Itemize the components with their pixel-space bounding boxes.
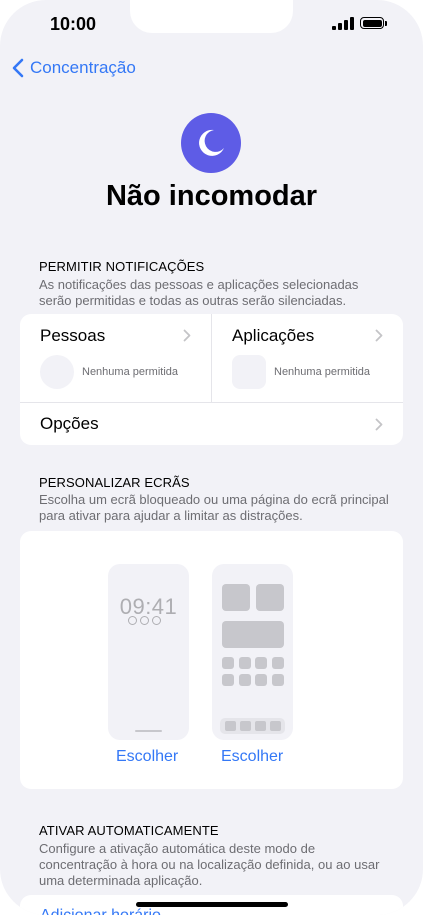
people-label: Pessoas	[40, 326, 106, 345]
people-status: Nenhuma permitida	[82, 366, 178, 378]
app-tile	[222, 657, 234, 669]
customize-description: Escolha um ecrã bloqueado ou uma página …	[39, 492, 389, 523]
app-tile	[272, 674, 284, 686]
app-tile	[239, 674, 251, 686]
customize-card: 09:41 Escolher Escolher	[20, 531, 403, 789]
widget-dots	[128, 616, 161, 625]
app-tile	[255, 657, 267, 669]
customize-header: PERSONALIZAR ECRÃS	[39, 475, 190, 490]
chevron-left-icon	[12, 58, 24, 78]
notch	[130, 0, 293, 33]
page-title: Não incomodar	[105, 180, 318, 212]
home-screen-preview[interactable]	[212, 564, 293, 740]
notifications-description: As notificações das pessoas e aplicações…	[39, 277, 359, 308]
dock	[220, 718, 285, 734]
app-placeholder-icon	[232, 355, 266, 389]
notifications-header: PERMITIR NOTIFICAÇÕES	[39, 259, 205, 274]
signal-icon	[332, 17, 356, 30]
automation-description: Configure a ativação automática deste mo…	[39, 841, 380, 888]
apps-cell[interactable]: Aplicações Nenhuma permitida	[212, 314, 403, 402]
chevron-right-icon	[183, 329, 191, 342]
battery-icon	[360, 17, 387, 29]
choose-lock-screen-button[interactable]: Escolher	[116, 748, 178, 766]
apps-label: Aplicações	[232, 326, 315, 345]
options-label: Opções	[40, 414, 99, 433]
back-button[interactable]: Concentração	[12, 58, 136, 78]
app-tile	[255, 674, 267, 686]
widget-tile	[222, 621, 284, 648]
notifications-card: Pessoas Nenhuma permitida Aplicações Nen…	[20, 314, 403, 445]
moon-icon	[199, 129, 224, 156]
home-bar	[135, 730, 162, 732]
chevron-right-icon	[375, 329, 383, 342]
add-schedule-button[interactable]: Adicionar horário	[40, 907, 161, 915]
apps-status: Nenhuma permitida	[274, 366, 370, 378]
home-indicator[interactable]	[136, 902, 288, 907]
choose-home-screen-button[interactable]: Escolher	[221, 748, 283, 766]
app-tile	[222, 674, 234, 686]
people-placeholder-avatar	[40, 355, 74, 389]
app-tile	[239, 657, 251, 669]
chevron-right-icon	[375, 418, 383, 431]
back-label: Concentração	[30, 58, 136, 77]
widget-tile	[256, 584, 284, 611]
lock-screen-preview[interactable]: 09:41	[108, 564, 189, 740]
automation-header: ATIVAR AUTOMATICAMENTE	[39, 823, 219, 838]
widget-tile	[222, 584, 250, 611]
phone-screen: 10:00 Concentração Não incomodar PERMITI…	[0, 0, 423, 915]
focus-mode-icon	[181, 113, 241, 173]
app-tile	[272, 657, 284, 669]
people-cell[interactable]: Pessoas Nenhuma permitida	[20, 314, 211, 402]
status-time: 10:00	[50, 14, 97, 34]
options-row[interactable]: Opções	[20, 403, 403, 445]
